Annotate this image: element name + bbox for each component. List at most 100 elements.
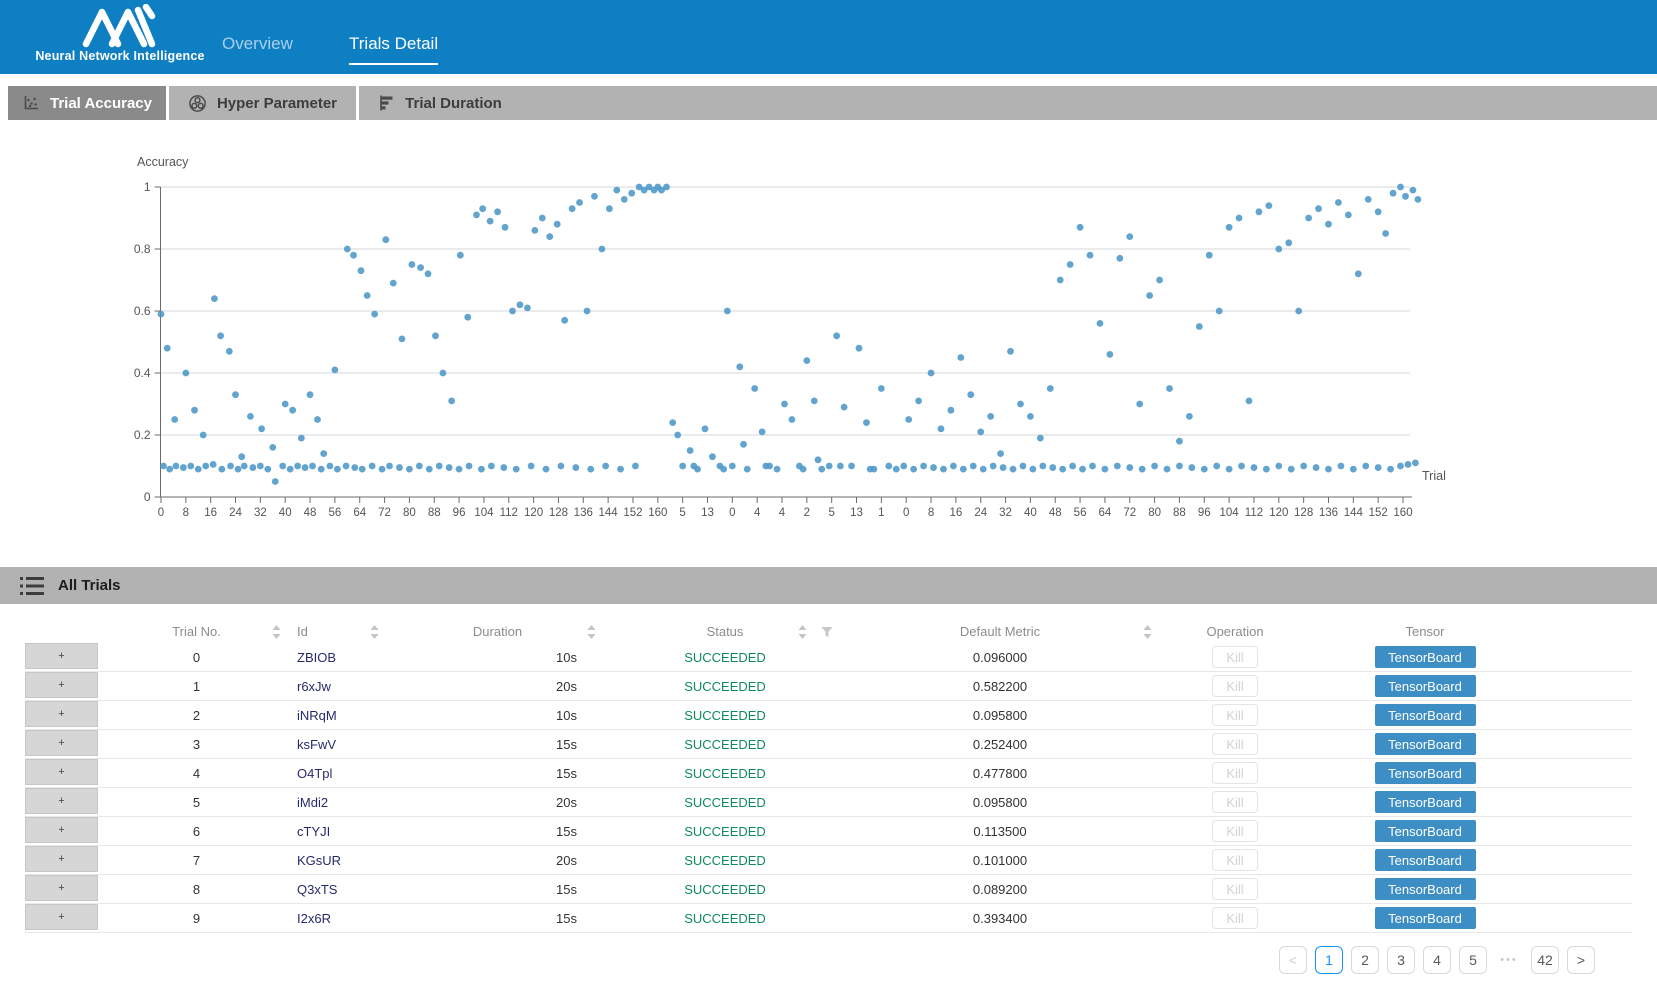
scatter-point[interactable] bbox=[967, 391, 974, 398]
scatter-point[interactable] bbox=[800, 466, 807, 473]
scatter-point[interactable] bbox=[1315, 205, 1322, 212]
tensorboard-button[interactable]: TensorBoard bbox=[1375, 675, 1476, 697]
scatter-point[interactable] bbox=[1355, 270, 1362, 277]
scatter-point[interactable] bbox=[302, 464, 309, 471]
scatter-point[interactable] bbox=[218, 466, 225, 473]
kill-button[interactable]: Kill bbox=[1212, 762, 1258, 784]
scatter-point[interactable] bbox=[1164, 466, 1171, 473]
scatter-point[interactable] bbox=[905, 416, 912, 423]
tensorboard-button[interactable]: TensorBoard bbox=[1375, 878, 1476, 900]
scatter-point[interactable] bbox=[789, 416, 796, 423]
scatter-point[interactable] bbox=[990, 463, 997, 470]
scatter-point[interactable] bbox=[320, 450, 327, 457]
scatter-point[interactable] bbox=[1079, 466, 1086, 473]
page-button-3[interactable]: 3 bbox=[1387, 946, 1415, 974]
scatter-point[interactable] bbox=[997, 450, 1004, 457]
scatter-point[interactable] bbox=[160, 463, 167, 470]
scatter-point[interactable] bbox=[591, 193, 598, 200]
scatter-point[interactable] bbox=[1136, 401, 1143, 408]
tensorboard-button[interactable]: TensorBoard bbox=[1375, 704, 1476, 726]
scatter-point[interactable] bbox=[488, 463, 495, 470]
scatter-point[interactable] bbox=[724, 308, 731, 315]
next-page-button[interactable]: > bbox=[1567, 946, 1595, 974]
scatter-point[interactable] bbox=[238, 453, 245, 460]
scatter-point[interactable] bbox=[833, 332, 840, 339]
scatter-point[interactable] bbox=[1176, 463, 1183, 470]
scatter-point[interactable] bbox=[1114, 463, 1121, 470]
scatter-point[interactable] bbox=[920, 463, 927, 470]
scatter-point[interactable] bbox=[1017, 401, 1024, 408]
scatter-point[interactable] bbox=[674, 432, 681, 439]
scatter-point[interactable] bbox=[1106, 351, 1113, 358]
scatter-point[interactable] bbox=[464, 314, 471, 321]
scatter-point[interactable] bbox=[371, 311, 378, 318]
scatter-point[interactable] bbox=[1213, 463, 1220, 470]
expand-row-button[interactable]: + bbox=[25, 672, 98, 698]
scatter-point[interactable] bbox=[448, 398, 455, 405]
sort-icon[interactable] bbox=[1143, 625, 1152, 639]
scatter-point[interactable] bbox=[364, 292, 371, 299]
subtab-trial-duration[interactable]: Trial Duration bbox=[359, 86, 520, 120]
kill-button[interactable]: Kill bbox=[1212, 704, 1258, 726]
scatter-point[interactable] bbox=[1047, 385, 1054, 392]
scatter-point[interactable] bbox=[294, 463, 301, 470]
scatter-point[interactable] bbox=[227, 463, 234, 470]
scatter-point[interactable] bbox=[1256, 208, 1263, 215]
scatter-point[interactable] bbox=[811, 398, 818, 405]
scatter-point[interactable] bbox=[473, 212, 480, 219]
scatter-point[interactable] bbox=[928, 370, 935, 377]
scatter-point[interactable] bbox=[740, 441, 747, 448]
scatter-point[interactable] bbox=[1097, 320, 1104, 327]
scatter-point[interactable] bbox=[1265, 202, 1272, 209]
scatter-point[interactable] bbox=[314, 416, 321, 423]
scatter-point[interactable] bbox=[1226, 224, 1233, 231]
scatter-point[interactable] bbox=[554, 221, 561, 228]
scatter-point[interactable] bbox=[1049, 464, 1056, 471]
scatter-point[interactable] bbox=[1201, 466, 1208, 473]
scatter-point[interactable] bbox=[494, 208, 501, 215]
scatter-point[interactable] bbox=[576, 199, 583, 206]
scatter-point[interactable] bbox=[446, 464, 453, 471]
scatter-point[interactable] bbox=[558, 463, 565, 470]
scatter-point[interactable] bbox=[211, 295, 218, 302]
scatter-point[interactable] bbox=[517, 301, 524, 308]
scatter-point[interactable] bbox=[1102, 466, 1109, 473]
scatter-point[interactable] bbox=[679, 463, 686, 470]
scatter-point[interactable] bbox=[1345, 212, 1352, 219]
tab-trials-detail[interactable]: Trials Detail bbox=[349, 34, 438, 65]
sort-icon[interactable] bbox=[272, 625, 281, 639]
scatter-point[interactable] bbox=[235, 466, 242, 473]
scatter-point[interactable] bbox=[487, 218, 494, 225]
page-button-2[interactable]: 2 bbox=[1351, 946, 1379, 974]
scatter-point[interactable] bbox=[759, 429, 766, 436]
scatter-point[interactable] bbox=[1251, 464, 1258, 471]
scatter-point[interactable] bbox=[863, 419, 870, 426]
scatter-point[interactable] bbox=[359, 466, 366, 473]
scatter-point[interactable] bbox=[546, 233, 553, 240]
scatter-point[interactable] bbox=[1206, 252, 1213, 259]
scatter-point[interactable] bbox=[1188, 464, 1195, 471]
scatter-point[interactable] bbox=[878, 385, 885, 392]
tensorboard-button[interactable]: TensorBoard bbox=[1375, 791, 1476, 813]
scatter-point[interactable] bbox=[500, 464, 507, 471]
scatter-point[interactable] bbox=[736, 363, 743, 370]
scatter-point[interactable] bbox=[1037, 435, 1044, 442]
scatter-point[interactable] bbox=[1365, 196, 1372, 203]
scatter-point[interactable] bbox=[195, 466, 202, 473]
scatter-point[interactable] bbox=[180, 464, 187, 471]
expand-row-button[interactable]: + bbox=[25, 788, 98, 814]
scatter-point[interactable] bbox=[524, 305, 531, 312]
scatter-point[interactable] bbox=[841, 404, 848, 411]
scatter-point[interactable] bbox=[1415, 196, 1422, 203]
tensorboard-button[interactable]: TensorBoard bbox=[1375, 762, 1476, 784]
scatter-point[interactable] bbox=[1263, 466, 1270, 473]
expand-row-button[interactable]: + bbox=[25, 643, 98, 669]
scatter-point[interactable] bbox=[1325, 466, 1332, 473]
scatter-point[interactable] bbox=[241, 463, 248, 470]
scatter-point[interactable] bbox=[1089, 463, 1096, 470]
scatter-point[interactable] bbox=[938, 425, 945, 432]
scatter-point[interactable] bbox=[587, 466, 594, 473]
scatter-point[interactable] bbox=[1375, 208, 1382, 215]
scatter-point[interactable] bbox=[502, 224, 509, 231]
scatter-point[interactable] bbox=[528, 463, 535, 470]
